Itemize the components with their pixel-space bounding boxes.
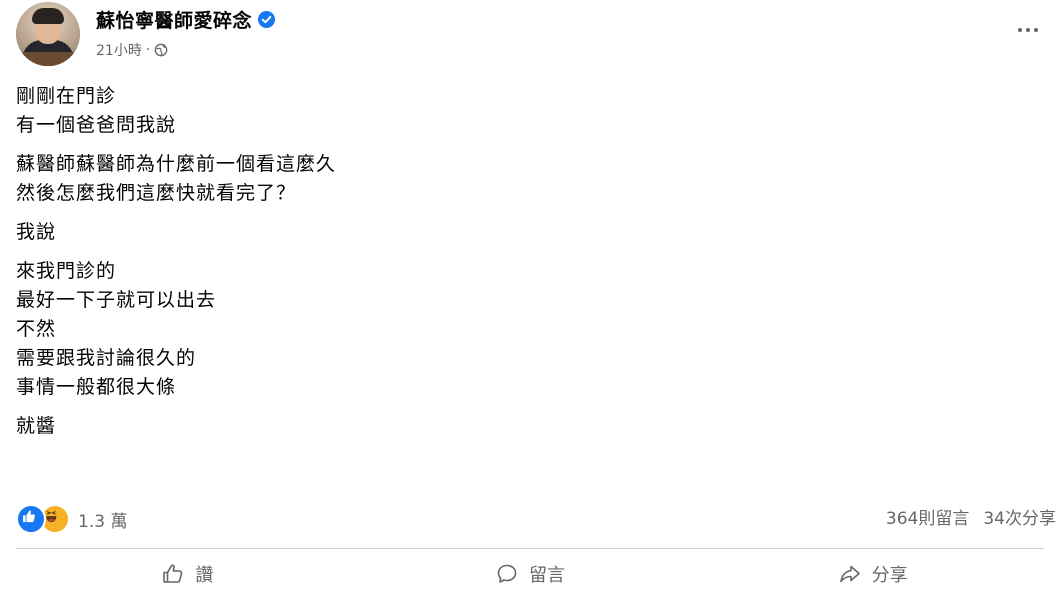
post-line: 最好一下子就可以出去 [16, 289, 217, 311]
post-paragraph: 我說 [16, 218, 1016, 247]
share-label: 分享 [871, 565, 908, 586]
like-label: 讚 [195, 565, 214, 586]
post-header: 蘇怡寧醫師愛碎念 21小時 · [16, 0, 1056, 72]
post-line: 剛剛在門診 [16, 85, 117, 107]
meta-separator: · [145, 42, 151, 58]
post-actions: 讚 留言 分享 [16, 556, 1044, 592]
post-text: 剛剛在門診 有一個爸爸問我說 蘇醫師蘇醫師為什麼前一個看這麼久 然後怎麼我們這麼… [16, 82, 1016, 451]
comment-label: 留言 [529, 565, 565, 586]
thumbs-up-icon [163, 564, 183, 583]
post-paragraph: 蘇醫師蘇醫師為什麼前一個看這麼久 然後怎麼我們這麼快就看完了？ [16, 150, 1016, 208]
globe-icon [154, 43, 168, 57]
post-line: 不然 [16, 318, 57, 340]
share-arrow-icon [839, 565, 860, 583]
post-line: 然後怎麼我們這麼快就看完了？ [16, 182, 297, 204]
comment-button[interactable]: 留言 [359, 556, 702, 592]
page-name-link[interactable]: 蘇怡寧醫師愛碎念 [96, 6, 252, 33]
reactions-button[interactable]: 1.3 萬 [16, 504, 127, 534]
post-line: 就醬 [16, 415, 57, 437]
shares-count-link[interactable]: 34次分享 [983, 504, 1056, 529]
post-line: 有一個爸爸問我說 [16, 114, 177, 136]
post-line: 需要跟我討論很久的 [16, 347, 197, 369]
engagement-stats: 364則留言 34次分享 [886, 504, 1056, 529]
share-button[interactable]: 分享 [701, 556, 1044, 592]
post-line: 事情一般都很大條 [16, 376, 177, 398]
page-avatar[interactable] [16, 2, 80, 66]
comments-count-link[interactable]: 364則留言 [886, 504, 969, 529]
post-line: 我說 [16, 221, 57, 243]
post-line: 來我門診的 [16, 260, 117, 282]
comment-bubble-icon [497, 564, 517, 583]
post-paragraph: 來我門診的 最好一下子就可以出去 不然 需要跟我討論很久的 事情一般都很大條 [16, 257, 1016, 402]
post-meta: 21小時 · [96, 40, 168, 60]
post-paragraph: 剛剛在門診 有一個爸爸問我說 [16, 82, 1016, 140]
post-line: 蘇醫師蘇醫師為什麼前一個看這麼久 [16, 153, 337, 175]
actions-divider [16, 548, 1044, 549]
like-reaction-icon [16, 504, 46, 534]
post-timestamp[interactable]: 21小時 [96, 40, 142, 60]
more-options-icon[interactable] [1014, 18, 1042, 42]
reaction-count: 1.3 萬 [78, 511, 128, 532]
verified-badge-icon [258, 11, 276, 28]
page-name-row: 蘇怡寧醫師愛碎念 [96, 6, 276, 33]
like-button[interactable]: 讚 [16, 556, 359, 592]
post-paragraph: 就醬 [16, 412, 1016, 441]
reactions-summary: 1.3 萬 364則留言 34次分享 [16, 500, 1056, 534]
